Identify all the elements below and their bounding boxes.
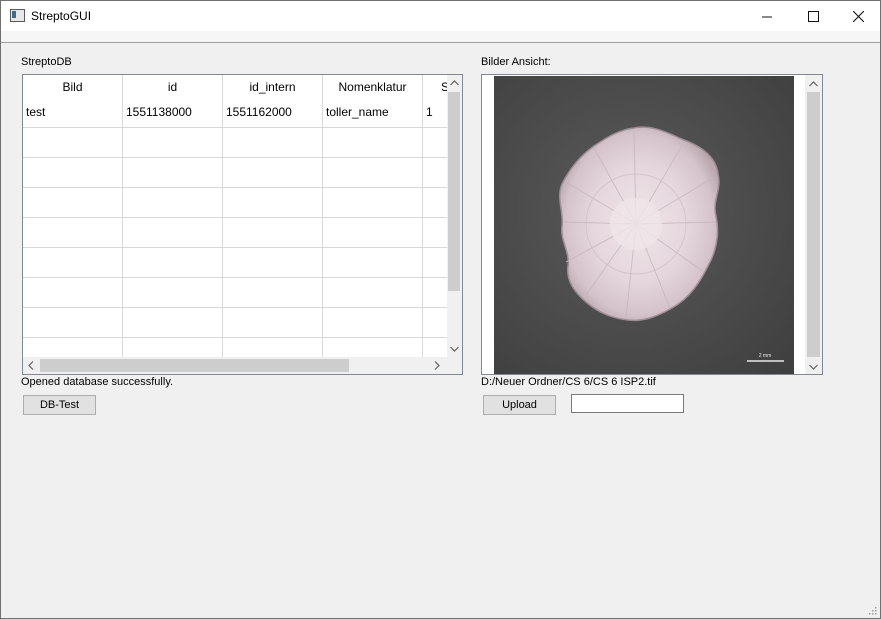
upload-button[interactable]: Upload bbox=[483, 395, 556, 415]
grid-line bbox=[122, 75, 123, 357]
cell-id[interactable]: 1551138000 bbox=[126, 105, 221, 119]
close-button[interactable] bbox=[835, 1, 880, 31]
table-horizontal-scrollbar[interactable] bbox=[23, 357, 447, 374]
column-header-id-intern[interactable]: id_intern bbox=[223, 75, 323, 99]
minimize-button[interactable] bbox=[744, 1, 790, 31]
table-vertical-scroll-thumb[interactable] bbox=[448, 92, 460, 291]
column-header-s[interactable]: S bbox=[423, 75, 447, 99]
grid-line bbox=[23, 127, 447, 128]
image-view-label: Bilder Ansicht: bbox=[481, 56, 551, 68]
scroll-right-arrow-icon[interactable] bbox=[434, 361, 440, 373]
cell-nomenklatur[interactable]: toller_name bbox=[326, 105, 421, 119]
title-bar[interactable]: StreptoGUI bbox=[1, 1, 880, 31]
table-header: Bild id id_intern Nomenklatur S bbox=[23, 75, 447, 99]
streptodb-label: StreptoDB bbox=[21, 56, 72, 68]
cell-s[interactable]: 1 bbox=[426, 105, 446, 119]
grid-line bbox=[23, 187, 447, 188]
grid-line bbox=[322, 75, 323, 357]
resize-grip-icon[interactable] bbox=[867, 605, 877, 615]
column-header-bild[interactable]: Bild bbox=[23, 75, 123, 99]
app-icon bbox=[10, 9, 25, 22]
table-vertical-scrollbar[interactable] bbox=[447, 75, 462, 357]
grid-line bbox=[422, 75, 423, 357]
close-icon bbox=[852, 10, 864, 22]
colony-image: 2 mm bbox=[494, 76, 794, 374]
scroll-down-arrow-icon[interactable] bbox=[809, 362, 818, 373]
scroll-up-arrow-icon[interactable] bbox=[450, 78, 459, 89]
status-text: Opened database successfully. bbox=[21, 376, 174, 388]
grid-line bbox=[23, 247, 447, 248]
db-test-button[interactable]: DB-Test bbox=[23, 395, 96, 415]
scroll-corner bbox=[447, 357, 462, 374]
grid-line bbox=[222, 75, 223, 357]
scale-bar-label: 2 mm bbox=[759, 353, 772, 359]
upload-text-input[interactable] bbox=[571, 394, 684, 413]
grid-line bbox=[23, 307, 447, 308]
cell-id-intern[interactable]: 1551162000 bbox=[226, 105, 321, 119]
grid-line bbox=[23, 277, 447, 278]
maximize-button[interactable] bbox=[790, 1, 836, 31]
grid-line bbox=[23, 337, 447, 338]
scroll-down-arrow-icon[interactable] bbox=[450, 344, 459, 355]
image-vertical-scroll-thumb[interactable] bbox=[807, 92, 820, 357]
column-header-nomenklatur[interactable]: Nomenklatur bbox=[323, 75, 423, 99]
menu-bar bbox=[1, 31, 880, 41]
table-horizontal-scroll-thumb[interactable] bbox=[40, 359, 349, 372]
scroll-up-arrow-icon[interactable] bbox=[809, 79, 818, 90]
grid-line bbox=[23, 157, 447, 158]
scroll-left-arrow-icon[interactable] bbox=[28, 361, 34, 373]
main-window: StreptoGUI StreptoDB Bild id id_intern N… bbox=[0, 0, 881, 619]
maximize-icon bbox=[807, 10, 819, 22]
image-vertical-scrollbar[interactable] bbox=[805, 75, 822, 374]
file-path-label: D:/Neuer Ordner/CS 6/CS 6 ISP2.tif bbox=[481, 376, 656, 388]
window-title: StreptoGUI bbox=[31, 9, 92, 23]
grid-line bbox=[23, 217, 447, 218]
cell-bild[interactable]: test bbox=[26, 105, 121, 119]
menu-separator bbox=[1, 42, 880, 43]
column-header-id[interactable]: id bbox=[123, 75, 223, 99]
database-table[interactable]: Bild id id_intern Nomenklatur S test 155… bbox=[22, 74, 463, 375]
image-view[interactable]: 2 mm bbox=[481, 74, 823, 375]
minimize-icon bbox=[761, 16, 772, 17]
